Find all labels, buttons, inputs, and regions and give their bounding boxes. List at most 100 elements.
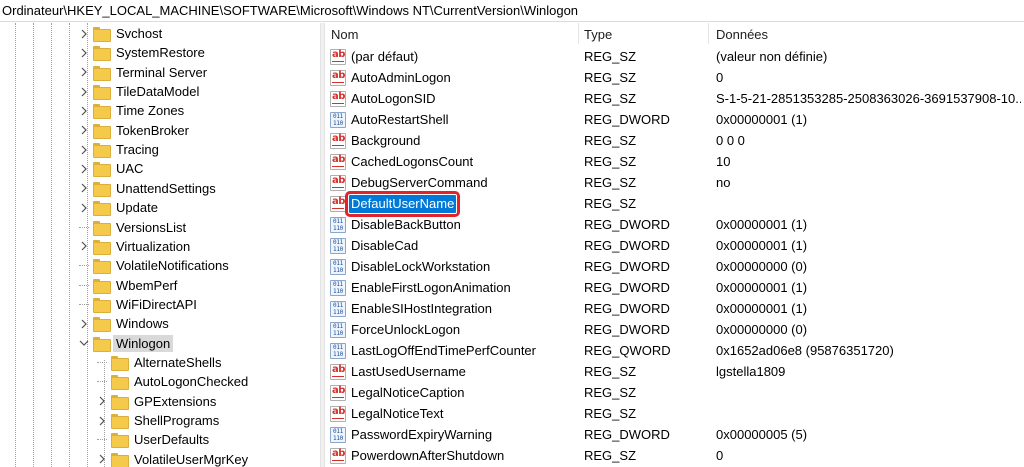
- chevron-right-icon[interactable]: [97, 392, 107, 411]
- folder-icon: [111, 414, 129, 429]
- address-bar[interactable]: Ordinateur\HKEY_LOCAL_MACHINE\SOFTWARE\M…: [0, 0, 1024, 22]
- chevron-right-icon[interactable]: [97, 450, 107, 467]
- value-data: 0x00000001 (1): [716, 238, 808, 253]
- folder-icon: [111, 452, 129, 467]
- tree-item[interactable]: ShellPrograms: [97, 411, 222, 430]
- value-data: 10: [716, 154, 731, 169]
- registry-tree[interactable]: Svchost SystemRestore Terminal Server TileD…: [0, 23, 320, 467]
- tree-item[interactable]: Terminal Server: [79, 63, 210, 82]
- tree-connector: [97, 439, 107, 441]
- value-name: PasswordExpiryWarning: [351, 427, 493, 442]
- value-type: REG_SZ: [584, 175, 637, 190]
- tree-item[interactable]: GPExtensions: [97, 392, 219, 411]
- chevron-right-icon[interactable]: [79, 140, 89, 159]
- value-row[interactable]: 011 110 LastLogOffEndTimePerfCounter REG_QW…: [325, 341, 1024, 362]
- folder-icon: [93, 278, 111, 294]
- values-list[interactable]: Nom Type Données ab (par défaut) REG_SZ (va…: [325, 23, 1024, 467]
- value-row[interactable]: 011 110 AutoRestartShell REG_DWORD 0x0000000…: [325, 110, 1024, 131]
- chevron-right-icon[interactable]: [79, 63, 89, 82]
- tree-item[interactable]: UAC: [79, 159, 146, 178]
- value-name: DisableLockWorkstation: [351, 259, 491, 274]
- string-value-icon: ab: [330, 154, 346, 170]
- folder-icon: [93, 46, 111, 62]
- tree-item[interactable]: TileDataModel: [79, 82, 202, 101]
- value-name: LastLogOffEndTimePerfCounter: [351, 343, 536, 358]
- column-header-name[interactable]: Nom: [331, 27, 358, 42]
- tree-item[interactable]: WbemPerf: [79, 276, 180, 295]
- value-row[interactable]: ab LegalNoticeCaption REG_SZ: [325, 383, 1024, 404]
- tree-item-label: UnattendSettings: [116, 180, 216, 196]
- value-row[interactable]: ab DebugServerCommand REG_SZ no: [325, 173, 1024, 194]
- value-row[interactable]: ab LegalNoticeText REG_SZ: [325, 404, 1024, 425]
- chevron-right-icon[interactable]: [79, 82, 89, 101]
- chevron-right-icon[interactable]: [79, 198, 89, 217]
- chevron-right-icon[interactable]: [79, 24, 89, 43]
- tree-item[interactable]: AlternateShells: [97, 353, 224, 372]
- value-row[interactable]: 011 110 PasswordExpiryWarning REG_DWORD 0x00…: [325, 425, 1024, 446]
- column-divider[interactable]: [708, 23, 709, 44]
- value-row[interactable]: 011 110 ForceUnlockLogon REG_DWORD 0x0000000…: [325, 320, 1024, 341]
- chevron-right-icon[interactable]: [79, 101, 89, 120]
- folder-icon: [93, 220, 111, 236]
- address-path: Ordinateur\HKEY_LOCAL_MACHINE\SOFTWARE\M…: [2, 3, 579, 18]
- value-name: PowerdownAfterShutdown: [351, 448, 505, 463]
- tree-item[interactable]: Windows: [79, 314, 172, 333]
- value-row[interactable]: ab DefaultUserName REG_SZ: [325, 191, 1024, 217]
- tree-item-label: Time Zones: [116, 103, 185, 119]
- tree-item-label: TokenBroker: [116, 122, 189, 138]
- tree-connector: [79, 226, 89, 228]
- tree-item[interactable]: AutoLogonChecked: [97, 372, 251, 391]
- value-row[interactable]: ab LastUsedUsername REG_SZ lgstella1809: [325, 362, 1024, 383]
- tree-item[interactable]: TokenBroker: [79, 121, 192, 140]
- tree-item[interactable]: VolatileNotifications: [79, 256, 232, 275]
- chevron-right-icon[interactable]: [97, 411, 107, 430]
- tree-item-label: Tracing: [116, 142, 159, 158]
- folder-icon: [111, 355, 129, 371]
- value-row[interactable]: ab AutoLogonSID REG_SZ S-1-5-21-2851353285-…: [325, 89, 1024, 110]
- tree-item[interactable]: SystemRestore: [79, 43, 208, 62]
- value-row[interactable]: 011 110 DisableCad REG_DWORD 0x00000001 (1): [325, 236, 1024, 257]
- chevron-right-icon[interactable]: [79, 237, 89, 256]
- value-row[interactable]: 011 110 DisableLockWorkstation REG_DWORD 0x0…: [325, 257, 1024, 278]
- tree-item-label: Update: [116, 200, 158, 216]
- tree-item[interactable]: Svchost: [79, 24, 165, 43]
- tree-item[interactable]: Tracing: [79, 140, 162, 159]
- column-header-type[interactable]: Type: [584, 27, 612, 42]
- chevron-down-icon[interactable]: [79, 334, 89, 353]
- value-row[interactable]: 011 110 DisableBackButton REG_DWORD 0x000000…: [325, 215, 1024, 236]
- tree-item[interactable]: VolatileUserMgrKey: [97, 450, 251, 467]
- value-row[interactable]: ab PowerdownAfterShutdown REG_SZ 0: [325, 446, 1024, 467]
- chevron-right-icon[interactable]: [79, 179, 89, 198]
- tree-item[interactable]: Update: [79, 198, 161, 217]
- value-data: 0: [716, 448, 724, 463]
- value-name: LastUsedUsername: [351, 364, 466, 379]
- value-row[interactable]: 011 110 EnableFirstLogonAnimation REG_DWORD…: [325, 278, 1024, 299]
- binary-value-icon: 011 110: [330, 238, 346, 254]
- value-type: REG_DWORD: [584, 112, 670, 127]
- chevron-right-icon[interactable]: [79, 159, 89, 178]
- column-divider[interactable]: [578, 23, 579, 44]
- string-value-icon: ab: [330, 133, 346, 149]
- value-row[interactable]: ab (par défaut) REG_SZ (valeur non définie): [325, 47, 1024, 68]
- chevron-right-icon[interactable]: [79, 314, 89, 333]
- chevron-right-icon[interactable]: [79, 43, 89, 62]
- tree-item[interactable]: VersionsList: [79, 218, 189, 237]
- value-type: REG_DWORD: [584, 217, 670, 232]
- tree-item[interactable]: UnattendSettings: [79, 179, 219, 198]
- tree-item[interactable]: UserDefaults: [97, 430, 212, 449]
- folder-icon: [93, 239, 111, 255]
- value-row[interactable]: ab AutoAdminLogon REG_SZ 0: [325, 68, 1024, 89]
- tree-connector: [97, 361, 107, 363]
- tree-item[interactable]: Virtualization: [79, 237, 193, 256]
- folder-icon: [111, 433, 129, 449]
- value-data: 0x1652ad06e8 (95876351720): [716, 343, 894, 358]
- value-row[interactable]: ab CachedLogonsCount REG_SZ 10: [325, 152, 1024, 173]
- value-row[interactable]: ab Background REG_SZ 0 0 0: [325, 131, 1024, 152]
- tree-item[interactable]: Winlogon: [79, 334, 174, 353]
- tree-item[interactable]: WiFiDirectAPI: [79, 295, 200, 314]
- tree-item[interactable]: Time Zones: [79, 101, 187, 120]
- value-row[interactable]: 011 110 EnableSIHostIntegration REG_DWORD 0x…: [325, 299, 1024, 320]
- chevron-right-icon[interactable]: [79, 121, 89, 140]
- column-header-data[interactable]: Données: [716, 27, 768, 42]
- value-type: REG_DWORD: [584, 259, 670, 274]
